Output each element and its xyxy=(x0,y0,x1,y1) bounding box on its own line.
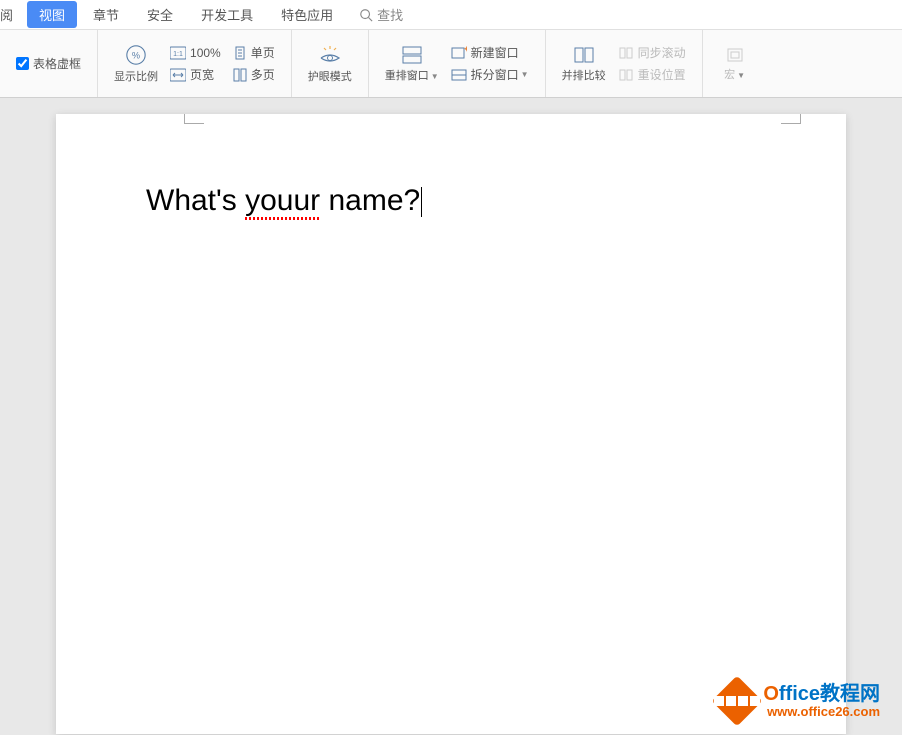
multipage-icon xyxy=(233,68,247,82)
page-width-button[interactable]: 页宽 xyxy=(164,64,227,86)
sync-scroll-button: 同步滚动 xyxy=(612,42,692,64)
multi-page-button[interactable]: 多页 xyxy=(227,64,281,86)
checkbox-input[interactable] xyxy=(16,57,29,70)
text-part1: What's xyxy=(146,184,245,217)
zoom-options-col2: 单页 多页 xyxy=(227,42,281,86)
zoom-options-col1: 1:1 100% 页宽 xyxy=(164,42,227,86)
group-compare: 并排比较 同步滚动 重设位置 xyxy=(546,30,703,97)
dropdown-arrow-icon: ▼ xyxy=(431,72,439,81)
single-page-button[interactable]: 单页 xyxy=(227,42,281,64)
split-window-icon xyxy=(451,68,467,82)
eye-protect-button[interactable]: 护眼模式 xyxy=(302,40,358,88)
split-window-button[interactable]: 拆分窗口▼ xyxy=(445,64,535,86)
checkbox-table-outline[interactable]: 表格虚框 xyxy=(10,55,87,72)
tab-security[interactable]: 安全 xyxy=(133,1,187,28)
watermark-logo xyxy=(712,675,763,726)
side-by-side-icon xyxy=(573,45,595,65)
menubar: 阅 视图 章节 安全 开发工具 特色应用 查找 xyxy=(0,0,902,30)
tab-chapter[interactable]: 章节 xyxy=(79,1,133,28)
reset-position-button: 重设位置 xyxy=(612,64,692,86)
singlepage-icon xyxy=(233,46,247,60)
tab-devtools[interactable]: 开发工具 xyxy=(187,1,267,28)
search-icon xyxy=(359,8,377,22)
pagewidth-icon xyxy=(170,68,186,82)
rearrange-icon xyxy=(401,45,423,65)
oneone-icon: 1:1 xyxy=(170,46,186,60)
group-zoom: % 显示比例 1:1 100% 页宽 单页 多页 xyxy=(98,30,292,97)
tab-featured[interactable]: 特色应用 xyxy=(267,1,347,28)
svg-text:%: % xyxy=(132,50,140,60)
group-table: 表格虚框 xyxy=(0,30,98,97)
percent-icon: % xyxy=(125,44,147,66)
macro-button: 宏▼ xyxy=(713,42,757,86)
dropdown-arrow-icon: ▼ xyxy=(737,71,745,80)
macro-icon xyxy=(725,46,745,64)
document-page[interactable]: What's youur name? xyxy=(56,114,846,734)
zoom-ratio-button[interactable]: % 显示比例 xyxy=(108,40,164,88)
rearrange-window-button[interactable]: 重排窗口▼ xyxy=(379,41,445,87)
reset-pos-icon xyxy=(618,68,634,82)
tab-view[interactable]: 视图 xyxy=(27,1,77,28)
dropdown-arrow-icon: ▼ xyxy=(521,70,529,79)
eye-icon xyxy=(317,44,343,66)
zoom-label: 显示比例 xyxy=(114,68,158,84)
tab-review-partial[interactable]: 阅 xyxy=(0,1,25,28)
window-options-col: ✦ 新建窗口 拆分窗口▼ xyxy=(445,42,535,86)
side-by-side-button[interactable]: 并排比较 xyxy=(556,41,612,87)
svg-text:1:1: 1:1 xyxy=(173,51,183,58)
watermark-text: Office教程网 www.office26.com xyxy=(763,683,880,719)
search-label: 查找 xyxy=(377,5,403,24)
ribbon: 表格虚框 % 显示比例 1:1 100% 页宽 单页 xyxy=(0,30,902,98)
group-macro: 宏▼ xyxy=(703,30,767,97)
workspace: What's youur name? xyxy=(0,98,902,735)
search-box[interactable]: 查找 xyxy=(359,5,403,24)
document-text[interactable]: What's youur name? xyxy=(146,184,422,218)
new-window-button[interactable]: ✦ 新建窗口 xyxy=(445,42,535,64)
zoom-100-button[interactable]: 1:1 100% xyxy=(164,42,227,64)
checkbox-label: 表格虚框 xyxy=(33,55,81,72)
margin-marker-tr xyxy=(781,114,801,124)
margin-marker-tl xyxy=(184,114,204,124)
spell-error-word[interactable]: youur xyxy=(245,184,320,218)
sync-scroll-icon xyxy=(618,46,634,60)
group-eye: 护眼模式 xyxy=(292,30,369,97)
compare-options-col: 同步滚动 重设位置 xyxy=(612,42,692,86)
watermark: Office教程网 www.office26.com xyxy=(719,683,880,719)
new-window-icon: ✦ xyxy=(451,46,467,60)
group-window: 重排窗口▼ ✦ 新建窗口 拆分窗口▼ xyxy=(369,30,546,97)
svg-text:✦: ✦ xyxy=(463,46,467,54)
text-cursor xyxy=(421,187,422,217)
text-part2: name? xyxy=(320,184,420,217)
